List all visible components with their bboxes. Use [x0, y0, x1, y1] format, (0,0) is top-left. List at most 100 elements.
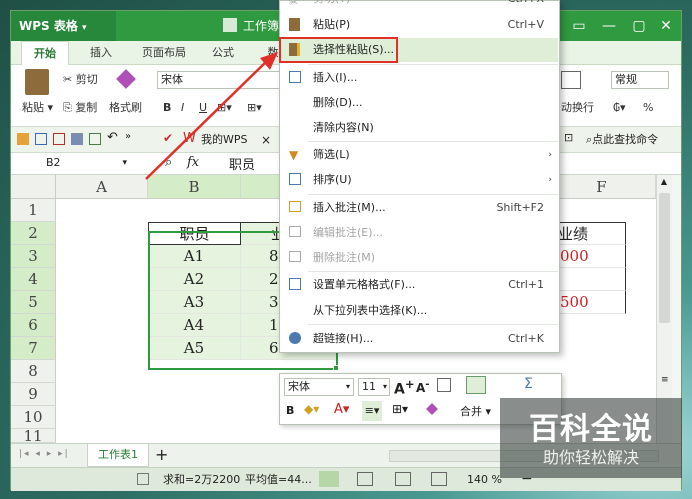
wrap-text-icon[interactable] [561, 71, 581, 89]
more-icon[interactable]: » [125, 131, 131, 142]
menu-separator [308, 271, 558, 272]
page-break-view-icon[interactable] [395, 472, 411, 486]
add-sheet-button[interactable]: + [155, 444, 168, 466]
mini-merge-button[interactable]: 合并 ▾ [460, 403, 491, 419]
template-icon[interactable]: ⊡ [564, 131, 573, 144]
close-button[interactable]: ✕ [651, 11, 681, 41]
select-all-corner[interactable] [11, 175, 56, 199]
watermark-logo: 百科全说 助你轻松解决 [500, 398, 682, 478]
menu-item-format-cells[interactable]: 设置单元格格式(F)... Ctrl+1 [281, 273, 558, 297]
menu-separator [308, 64, 558, 65]
menu-item-insert[interactable]: 插入(I)... [281, 66, 558, 90]
row-header-3[interactable]: 3 [11, 245, 56, 268]
sum-icon[interactable]: Σ [524, 376, 533, 392]
row-header-1[interactable]: 1 [11, 199, 56, 222]
mini-border-icon[interactable]: ⊞▾ [392, 402, 408, 416]
sort-icon [289, 173, 301, 185]
menu-item-paste[interactable]: 粘贴(P) Ctrl+V [281, 13, 558, 37]
command-search[interactable]: ⌕点此查找命令 [586, 127, 658, 153]
comment-icon [289, 201, 301, 212]
row-header-6[interactable]: 6 [11, 314, 56, 337]
row-header-2[interactable]: 2 [11, 222, 56, 245]
macro-icon[interactable] [137, 473, 149, 485]
insert-icon [289, 71, 301, 83]
page-layout-view-icon[interactable] [357, 472, 373, 486]
minimize-button[interactable]: — [594, 11, 624, 41]
sheet-tab-1[interactable]: 工作表1 [87, 444, 149, 467]
menu-separator [308, 141, 558, 142]
align-icon[interactable]: ≡▾ [362, 401, 382, 421]
fill-handle[interactable] [333, 365, 339, 371]
row-header-9[interactable]: 9 [11, 383, 56, 406]
menu-item-pick-from-list[interactable]: 从下拉列表中选择(K)... [281, 299, 558, 323]
menu-item-filter[interactable]: ▼ 筛选(L) › [281, 143, 558, 167]
maximize-button[interactable]: ▢ [624, 11, 654, 41]
menu-item-cut[interactable]: ✂剪切(T)Ctrl+X [281, 0, 558, 11]
number-format-select[interactable]: 常规 [611, 71, 669, 89]
cut-button[interactable]: ✂ 剪切 [63, 71, 98, 89]
font-color-icon[interactable]: A▾ [334, 402, 349, 417]
row-header-10[interactable]: 10 [11, 406, 56, 429]
menu-item-delete[interactable]: 删除(D)... [281, 91, 558, 115]
row-header-8[interactable]: 8 [11, 360, 56, 383]
split-icon[interactable]: ≡ [661, 375, 669, 385]
row-header-7[interactable]: 7 [11, 337, 56, 360]
export-pdf-icon[interactable] [53, 133, 65, 145]
app-menu-button[interactable]: WPS 表格 ▾ [11, 11, 116, 41]
undo-icon[interactable]: ↶ [107, 130, 118, 145]
print-icon[interactable] [71, 133, 83, 145]
menu-separator [308, 324, 558, 325]
hyperlink-icon [289, 332, 301, 344]
shrink-font-button[interactable]: A- [416, 379, 429, 395]
menu-item-clear[interactable]: 清除内容(N) [281, 116, 558, 140]
reading-mode-icon[interactable] [431, 472, 447, 486]
tab-home[interactable]: 开始 [21, 41, 69, 65]
mini-brush-icon[interactable] [426, 403, 438, 415]
arrow-annotation [145, 52, 278, 180]
format-cells-icon [289, 278, 301, 290]
paste-icon [289, 18, 300, 31]
tab-insert[interactable]: 插入 [77, 41, 125, 65]
menu-item-delete-comment[interactable]: 删除批注(M) [281, 246, 558, 270]
merge-center-icon[interactable] [466, 376, 486, 394]
mini-font-select[interactable]: 宋体 ▾ [284, 378, 354, 396]
brush-icon [116, 69, 136, 89]
normal-view-icon[interactable] [319, 471, 339, 487]
highlight-box [279, 37, 398, 63]
scroll-up-icon[interactable]: ▲ [658, 177, 670, 189]
percent-button[interactable]: % [643, 99, 653, 117]
currency-button[interactable]: ₲▾ [613, 99, 626, 117]
document-icon [223, 18, 237, 32]
name-box[interactable]: B2 ▾ [43, 155, 131, 173]
row-header-4[interactable]: 4 [11, 268, 56, 291]
restore-ribbon-icon[interactable]: ▭ [564, 11, 594, 41]
copy-button[interactable]: ⎘ 复制 [63, 99, 97, 117]
wrap-text-button[interactable]: 动换行 [561, 99, 594, 117]
watermark-title: 百科全说 [529, 412, 653, 447]
status-sum: 求和=2万2200 [163, 473, 241, 486]
format-painter-button[interactable]: 格式刷 [109, 99, 142, 117]
column-header-a[interactable]: A [56, 175, 148, 199]
grow-font-button[interactable]: A+ [394, 377, 415, 398]
save-icon[interactable] [35, 133, 47, 145]
menu-item-insert-comment[interactable]: 插入批注(M)... Shift+F2 [281, 196, 558, 220]
mini-bold-button[interactable]: B [286, 404, 294, 417]
zoom-level[interactable]: 140 % [467, 468, 502, 491]
column-header-f[interactable]: F [548, 175, 656, 199]
menu-item-edit-comment[interactable]: 编辑批注(E)... [281, 221, 558, 245]
status-average: 平均值=44... [245, 473, 312, 486]
open-icon[interactable] [17, 133, 29, 145]
mini-size-select[interactable]: 11 ▾ [358, 378, 390, 396]
menu-item-hyperlink[interactable]: 超链接(H)... Ctrl+K [281, 327, 558, 351]
menu-item-sort[interactable]: 排序(U) › [281, 168, 558, 192]
clear-format-icon[interactable] [437, 378, 451, 392]
paste-icon[interactable] [25, 69, 49, 95]
sheet-nav-icons[interactable]: |◂ ◂ ▸ ▸| [19, 449, 70, 459]
fill-color-icon[interactable]: ◆▾ [304, 402, 319, 416]
row-header-5[interactable]: 5 [11, 291, 56, 314]
paste-button[interactable]: 粘贴 ▾ [22, 99, 53, 117]
print-preview-icon[interactable] [89, 133, 101, 145]
row-header-11[interactable]: 11 [11, 429, 56, 443]
copy-icon: ⎘ [63, 101, 72, 114]
scroll-thumb[interactable] [659, 193, 670, 323]
